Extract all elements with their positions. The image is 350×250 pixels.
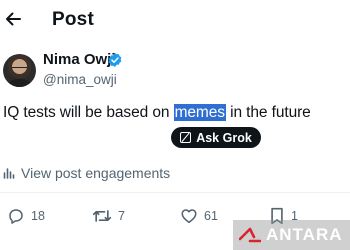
view-engagements-label: View post engagements bbox=[21, 165, 171, 181]
post-screen: Post Nima Owji @nima_owji IQ tests will … bbox=[0, 0, 350, 250]
reply-button[interactable]: 18 bbox=[7, 207, 45, 225]
tweet-text: IQ tests will be based on memes in the f… bbox=[3, 104, 311, 122]
repost-count: 7 bbox=[118, 209, 125, 223]
like-button[interactable]: 61 bbox=[180, 207, 218, 225]
ask-grok-label: Ask Grok bbox=[196, 130, 252, 145]
antara-logo-icon bbox=[239, 227, 261, 243]
watermark-label: ANTARA bbox=[266, 225, 343, 244]
antara-watermark: ANTARA bbox=[233, 220, 350, 250]
verified-badge-icon bbox=[108, 53, 122, 67]
tweet-text-before: IQ tests will be based on bbox=[3, 104, 174, 121]
page-title: Post bbox=[52, 9, 94, 30]
arrow-left-icon bbox=[6, 12, 21, 26]
heart-icon bbox=[181, 209, 197, 224]
view-engagements-link[interactable]: View post engagements bbox=[3, 165, 170, 181]
divider bbox=[0, 192, 350, 193]
reply-icon bbox=[9, 209, 23, 224]
back-button[interactable] bbox=[4, 10, 22, 28]
avatar[interactable] bbox=[3, 54, 36, 87]
repost-icon bbox=[92, 210, 112, 222]
author-handle[interactable]: @nima_owji bbox=[43, 72, 117, 87]
author-name[interactable]: Nima Owji bbox=[43, 51, 116, 68]
bar-chart-icon bbox=[3, 168, 15, 179]
ask-grok-button[interactable]: Ask Grok bbox=[171, 127, 261, 148]
grok-icon bbox=[180, 132, 192, 143]
tweet-text-after: in the future bbox=[225, 104, 311, 121]
selected-text[interactable]: memes bbox=[173, 104, 226, 121]
reply-count: 18 bbox=[31, 209, 45, 223]
repost-button[interactable]: 7 bbox=[92, 207, 125, 225]
like-count: 61 bbox=[204, 209, 218, 223]
